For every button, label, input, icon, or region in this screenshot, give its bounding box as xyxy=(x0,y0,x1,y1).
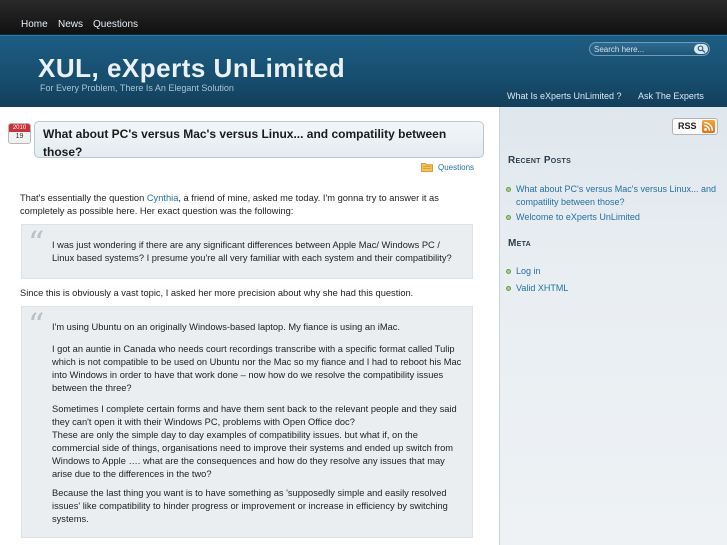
date-month: 2010 xyxy=(9,124,30,132)
nav-ask-experts[interactable]: Ask The Experts xyxy=(638,91,704,101)
list-item: Valid XHTML xyxy=(506,282,718,295)
rss-label: RSS xyxy=(678,121,697,131)
quote-2-para: These are only the simple day to day exa… xyxy=(52,430,453,479)
top-nav-home[interactable]: Home xyxy=(21,19,48,30)
recent-post-link[interactable]: What about PC's versus Mac's versus Linu… xyxy=(516,184,716,207)
quote-2-para: Sometimes I complete certain forms and h… xyxy=(52,404,457,427)
main-content: 2010 19 What about PC's versus Mac's ver… xyxy=(0,107,500,545)
date-day: 19 xyxy=(15,133,24,140)
search-icon xyxy=(697,45,705,53)
recent-post-link[interactable]: Welcome to eXperts UnLimited xyxy=(516,212,640,222)
folder-icon xyxy=(421,163,433,172)
quote-2-para: I got an auntie in Canada who needs cour… xyxy=(52,344,462,393)
cynthia-link[interactable]: Cynthia xyxy=(147,193,179,203)
recent-posts-list: What about PC's versus Mac's versus Linu… xyxy=(506,183,718,224)
top-nav-news[interactable]: News xyxy=(58,19,83,30)
quote-icon: “ xyxy=(28,224,45,262)
search-box xyxy=(589,42,710,56)
rss-feed-icon xyxy=(702,120,715,133)
list-item: What about PC's versus Mac's versus Linu… xyxy=(506,183,718,209)
search-input[interactable] xyxy=(594,43,690,55)
sidebar: RSS Recent Posts What about PC's versus … xyxy=(500,107,727,545)
meta-list: Log in Valid XHTML xyxy=(506,265,718,295)
list-item: Log in xyxy=(506,265,718,278)
bullet-icon xyxy=(506,215,511,220)
list-item: Welcome to eXperts UnLimited xyxy=(506,211,718,224)
search-button[interactable] xyxy=(694,44,708,54)
bullet-icon xyxy=(506,286,511,291)
meta-heading: Meta xyxy=(508,238,532,249)
post-middle: Since this is obviously a vast topic, I … xyxy=(20,288,414,298)
login-link[interactable]: Log in xyxy=(516,266,541,276)
post-title[interactable]: What about PC's versus Mac's versus Linu… xyxy=(34,121,484,159)
quote-1-text: I was just wondering if there are any si… xyxy=(52,240,452,263)
site-header: XUL, eXperts UnLimited For Every Problem… xyxy=(0,35,727,108)
blockquote-1: “ I was just wondering if there are any … xyxy=(21,224,473,279)
recent-posts-heading: Recent Posts xyxy=(508,155,572,166)
post-category: Questions xyxy=(421,161,474,173)
top-nav-questions[interactable]: Questions xyxy=(93,19,138,30)
bullet-icon xyxy=(506,269,511,274)
nav-what-is[interactable]: What Is eXperts UnLimited ? xyxy=(507,91,622,101)
bullet-icon xyxy=(506,187,511,192)
post-intro: That's essentially the question Cynthia,… xyxy=(20,192,480,218)
quote-2-para: Because the last thing you want is to ha… xyxy=(52,488,448,524)
rss-button[interactable]: RSS xyxy=(672,118,718,135)
valid-xhtml-link[interactable]: Valid XHTML xyxy=(516,283,568,293)
quote-icon: “ xyxy=(28,306,45,344)
date-badge: 2010 19 xyxy=(8,123,31,144)
top-nav: Home News Questions xyxy=(0,0,727,35)
category-link[interactable]: Questions xyxy=(438,163,474,172)
site-tagline: For Every Problem, There Is An Elegant S… xyxy=(40,83,234,93)
quote-2-para: I'm using Ubuntu on an originally Window… xyxy=(52,322,401,332)
intro-text: That's essentially the question xyxy=(20,193,147,203)
blockquote-2: “ I'm using Ubuntu on an originally Wind… xyxy=(21,306,473,538)
site-title[interactable]: XUL, eXperts UnLimited xyxy=(38,53,345,84)
